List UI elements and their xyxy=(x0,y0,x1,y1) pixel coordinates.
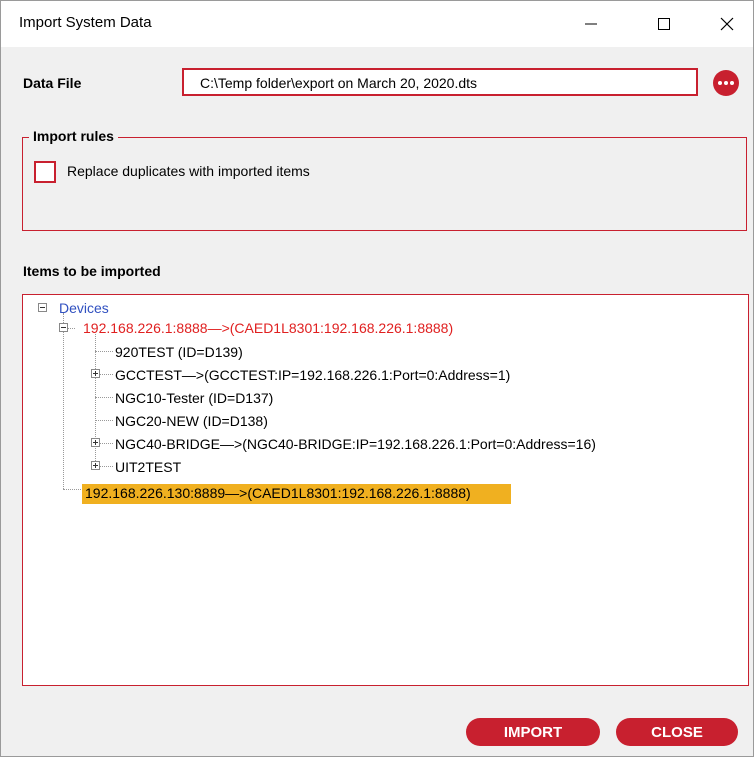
close-icon xyxy=(720,17,734,31)
import-button[interactable]: IMPORT xyxy=(466,718,600,746)
items-heading: Items to be imported xyxy=(23,263,161,279)
more-dots-icon xyxy=(718,81,722,85)
tree-item-ngc40-bridge[interactable]: NGC40-BRIDGE—>(NGC40-BRIDGE:IP=192.168.2… xyxy=(115,436,596,452)
title-bar: Import System Data xyxy=(1,1,753,47)
expand-ngc40-icon[interactable] xyxy=(91,438,100,447)
collapse-node1-icon[interactable] xyxy=(59,323,68,332)
minimize-icon xyxy=(585,23,597,25)
tree-node-secondary[interactable]: 192.168.226.130:8889—>(CAED1L8301:192.16… xyxy=(85,485,471,501)
import-rules-legend: Import rules xyxy=(29,128,118,144)
tree-item-gcctest[interactable]: GCCTEST—>(GCCTEST:IP=192.168.226.1:Port=… xyxy=(115,367,510,383)
data-file-label: Data File xyxy=(23,75,82,91)
expand-uit2test-icon[interactable] xyxy=(91,461,100,470)
tree-item-ngc10[interactable]: NGC10-Tester (ID=D137) xyxy=(115,390,273,406)
window-title: Import System Data xyxy=(19,14,152,31)
tree-node-primary[interactable]: 192.168.226.1:8888—>(CAED1L8301:192.168.… xyxy=(83,320,453,336)
tree-item-ngc20[interactable]: NGC20-NEW (ID=D138) xyxy=(115,413,268,429)
tree-root-devices[interactable]: Devices xyxy=(59,300,109,316)
replace-duplicates-checkbox[interactable] xyxy=(34,161,56,183)
minimize-button[interactable] xyxy=(568,1,614,47)
browse-file-button[interactable] xyxy=(713,70,739,96)
tree-item-uit2test[interactable]: UIT2TEST xyxy=(115,459,181,475)
maximize-button[interactable] xyxy=(641,1,687,47)
import-rules-group xyxy=(22,137,747,231)
collapse-devices-icon[interactable] xyxy=(38,303,47,312)
tree-item-920test[interactable]: 920TEST (ID=D139) xyxy=(115,344,243,360)
data-file-field[interactable]: C:\Temp folder\export on March 20, 2020.… xyxy=(182,68,698,96)
expand-gcctest-icon[interactable] xyxy=(91,369,100,378)
replace-duplicates-label[interactable]: Replace duplicates with imported items xyxy=(67,163,310,179)
maximize-icon xyxy=(658,18,670,30)
close-button[interactable]: CLOSE xyxy=(616,718,738,746)
import-system-data-window: Import System Data Data File C:\Temp fol… xyxy=(0,0,754,757)
close-window-button[interactable] xyxy=(704,1,750,47)
